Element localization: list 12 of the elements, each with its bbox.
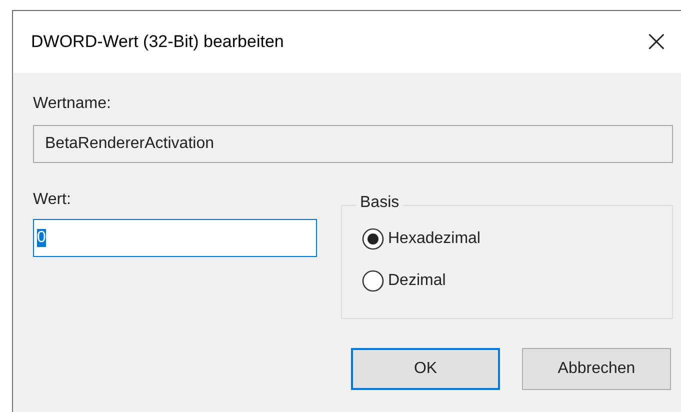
field-label: Wert: [33, 191, 72, 209]
cancel-button[interactable]: Abbrechen [522, 348, 671, 390]
window-title: DWORD-Wert (32-Bit) bearbeiten [31, 32, 284, 52]
radio-label: Hexadezimal [388, 230, 480, 248]
radio-label: Dezimal [388, 272, 446, 290]
value-input-field[interactable]: 0 [33, 219, 317, 257]
radio-button[interactable] [362, 228, 384, 250]
field-label: Wertname: [33, 95, 112, 113]
close-button[interactable]: × [632, 27, 681, 57]
radio-button[interactable] [362, 270, 384, 292]
value-name-field: BetaRendererActivation [33, 125, 673, 163]
ok-button[interactable]: OK [351, 348, 500, 390]
